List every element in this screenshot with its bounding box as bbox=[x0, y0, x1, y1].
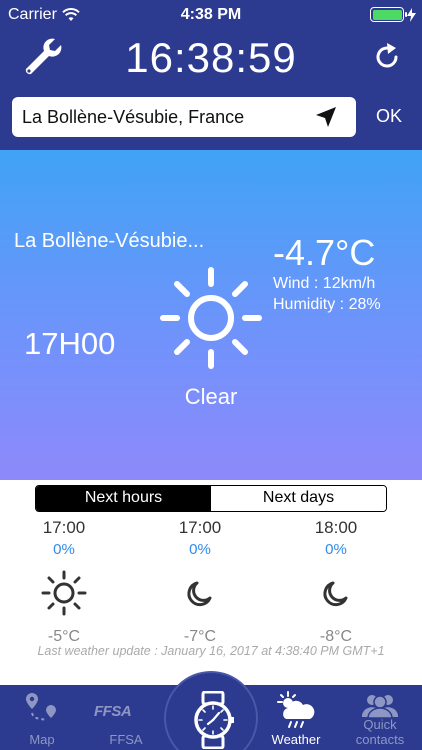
forecast-time: 18:00 bbox=[314, 518, 358, 537]
forecast-item: 17:00 0% -5°C bbox=[4, 518, 124, 646]
map-icon bbox=[26, 693, 56, 722]
temperature: -4.7°C bbox=[273, 232, 376, 273]
header-area: Carrier 4:38 PM 16:38:59 La Bollène-Vésu… bbox=[0, 0, 422, 150]
tab-label: Quick contacts bbox=[355, 717, 405, 747]
watch-button[interactable] bbox=[164, 671, 258, 750]
status-time: 4:38 PM bbox=[180, 6, 242, 23]
location-input[interactable] bbox=[22, 106, 302, 128]
forecast-hour: 17H00 bbox=[24, 326, 116, 361]
ok-button[interactable]: OK bbox=[376, 106, 402, 127]
tab-map[interactable]: Map bbox=[0, 685, 84, 750]
location-arrow-icon[interactable] bbox=[314, 105, 338, 129]
battery-indicator bbox=[370, 7, 416, 22]
forecast-segmented-control: Next hours Next days bbox=[35, 485, 387, 512]
forecast-precip: 0% bbox=[325, 541, 347, 558]
forecast-precip: 0% bbox=[53, 541, 75, 558]
weather-icon bbox=[277, 691, 315, 728]
tab-weather[interactable]: Weather bbox=[254, 685, 338, 750]
tab-quick-contacts[interactable]: Quick contacts bbox=[338, 685, 422, 750]
condition-label: Clear bbox=[184, 384, 238, 409]
status-bar: Carrier 4:38 PM bbox=[0, 0, 422, 30]
forecast-item: 18:00 0% -8°C bbox=[276, 518, 396, 646]
last-update-text: Last weather update : January 16, 2017 a… bbox=[37, 644, 385, 658]
tab-label: Map bbox=[29, 732, 55, 747]
moon-icon bbox=[323, 581, 348, 607]
wind-speed: Wind : 12km/h bbox=[273, 275, 376, 292]
charging-icon bbox=[407, 7, 416, 22]
tab-label: Weather bbox=[271, 732, 321, 747]
tab-ffsa[interactable]: FFSA FFSA bbox=[84, 685, 168, 750]
current-weather-panel: La Bollène-Vésubie... 17H00 Clear -4.7°C… bbox=[0, 150, 422, 480]
place-name: La Bollène-Vésubie... bbox=[14, 230, 205, 252]
forecast-time: 17:00 bbox=[42, 518, 86, 537]
sun-icon bbox=[41, 570, 87, 616]
weather-screen: Carrier 4:38 PM 16:38:59 La Bollène-Vésu… bbox=[0, 0, 422, 750]
moon-icon bbox=[187, 581, 212, 607]
refresh-icon[interactable] bbox=[372, 42, 402, 72]
forecast-precip: 0% bbox=[189, 541, 211, 558]
tab-label: FFSA bbox=[109, 732, 143, 747]
humidity: Humidity : 28% bbox=[273, 296, 381, 313]
watch-icon bbox=[194, 691, 234, 749]
location-search bbox=[12, 97, 356, 137]
sun-icon bbox=[160, 267, 262, 369]
ffsa-logo: FFSA bbox=[94, 703, 132, 720]
battery-icon bbox=[370, 7, 407, 22]
current-clock: 16:38:59 bbox=[125, 34, 297, 81]
forecast-time: 17:00 bbox=[178, 518, 222, 537]
segment-next-hours[interactable]: Next hours bbox=[36, 486, 211, 511]
forecast-item: 17:00 0% -7°C bbox=[140, 518, 260, 646]
segment-next-days[interactable]: Next days bbox=[211, 486, 386, 511]
